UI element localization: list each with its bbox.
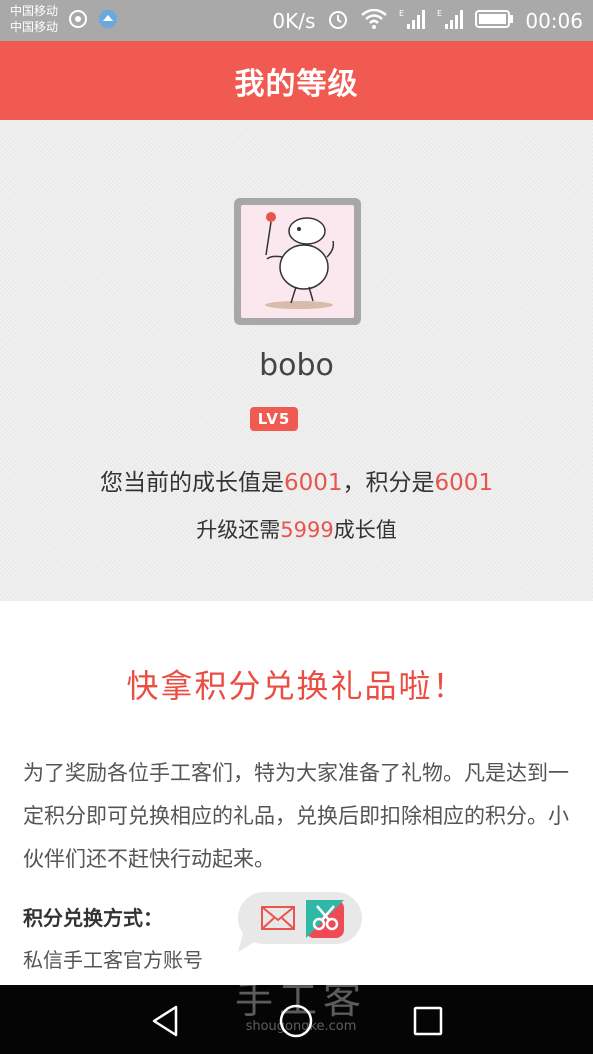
- battery-icon: [475, 9, 514, 33]
- points-prefix: ，积分是: [342, 470, 435, 496]
- svg-text:E: E: [437, 9, 442, 18]
- promo-title: 快拿积分兑换礼品啦！: [126, 667, 467, 705]
- message-bubble[interactable]: [236, 890, 364, 952]
- navigation-bar: [0, 985, 593, 1054]
- carrier-label: 中国移动: [10, 20, 59, 34]
- level-badge: LV5: [250, 407, 298, 431]
- signal-icon: E: [399, 8, 426, 35]
- home-button[interactable]: [278, 1003, 314, 1039]
- hotspot-icon: [68, 9, 88, 33]
- back-triangle-icon: [152, 1005, 178, 1037]
- home-circle-icon: [279, 1004, 313, 1038]
- promo-body: 为了奖励各位手工客们，特为大家准备了礼物。凡是达到一定积分即可兑换相应的礼品，兑…: [23, 761, 569, 871]
- signal-icon: E: [437, 8, 464, 35]
- back-button[interactable]: [148, 1003, 184, 1039]
- app-notification-icon: [98, 9, 118, 33]
- upgrade-value: 5999: [280, 518, 334, 542]
- points-value: 6001: [434, 470, 494, 496]
- status-bar: 中国移动 中国移动 0K/s E E 00:06: [0, 0, 593, 41]
- recents-button[interactable]: [410, 1003, 446, 1039]
- growth-value: 6001: [283, 470, 343, 496]
- upgrade-prefix: 升级还需: [196, 518, 281, 542]
- upgrade-suffix: 成长值: [333, 518, 397, 542]
- alarm-icon: [327, 8, 349, 35]
- recents-square-icon: [413, 1006, 443, 1036]
- avatar[interactable]: [234, 198, 361, 325]
- title-bar: 我的等级: [0, 41, 593, 120]
- clock: 00:06: [525, 9, 583, 33]
- username: bobo: [259, 348, 334, 383]
- avatar-image: [241, 205, 354, 318]
- upgrade-requirement: 升级还需5999成长值: [0, 514, 593, 544]
- growth-summary: 您当前的成长值是6001，积分是6001: [0, 463, 593, 497]
- redeem-value: 私信手工客官方账号: [23, 948, 203, 972]
- carrier-label: 中国移动: [10, 4, 59, 18]
- scissors-icon: [306, 900, 344, 938]
- page-title: 我的等级: [234, 66, 359, 102]
- net-speed: 0K/s: [272, 9, 316, 33]
- carrier-labels: 中国移动 中国移动: [10, 3, 58, 35]
- wifi-icon: [361, 8, 388, 34]
- svg-text:E: E: [399, 9, 404, 18]
- profile-section: bobo LV5 您当前的成长值是6001，积分是6001 升级还需5999成长…: [0, 120, 593, 601]
- redeem-label: 积分兑换方式：: [23, 906, 163, 930]
- growth-prefix: 您当前的成长值是: [99, 470, 284, 496]
